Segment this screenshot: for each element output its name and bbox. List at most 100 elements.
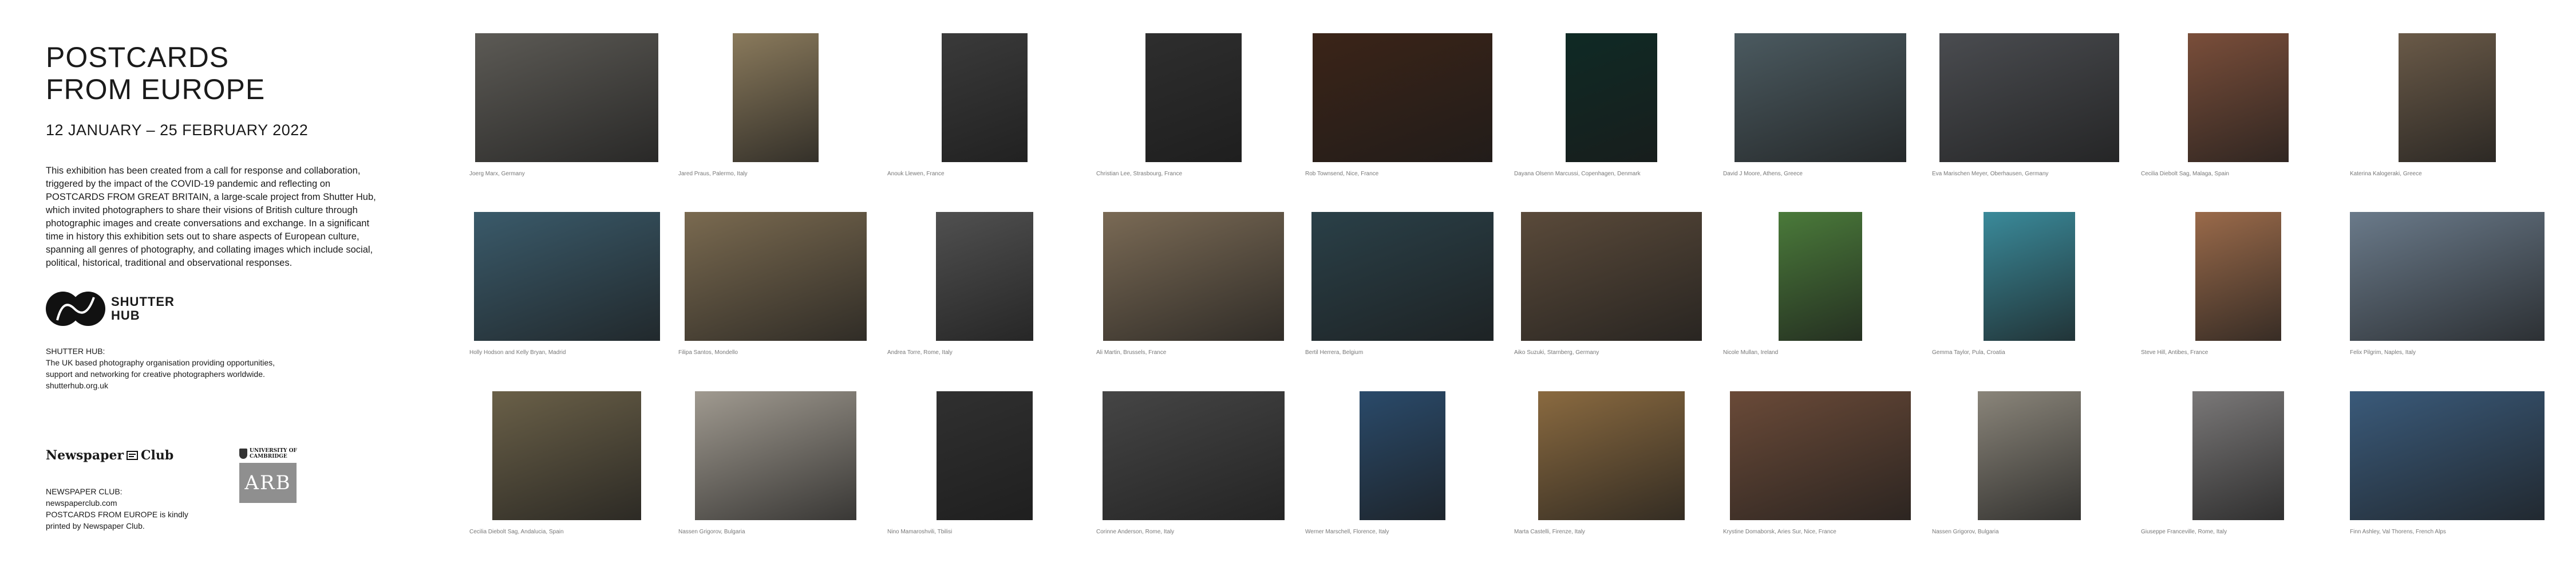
photo-caption: David J Moore, Athens, Greece <box>1723 171 1803 177</box>
photo-card: Finn Ashley, Val Thorens, French Alps <box>2350 391 2545 535</box>
photo-caption: Giuseppe Franceville, Rome, Italy <box>2141 529 2227 535</box>
photo-card: Steve Hill, Antibes, France <box>2141 212 2336 356</box>
photo-caption: Werner Marschell, Florence, Italy <box>1305 529 1389 535</box>
photo-caption: Krystine Domaborsk, Aries Sur, Nice, Fra… <box>1723 529 1836 535</box>
photo-image <box>1779 212 1862 341</box>
sponsor-logos: Newspaper Club UNIVERSITY OF CAMBRIDGE A… <box>46 448 343 503</box>
photo-caption: Katerina Kalogeraki, Greece <box>2350 171 2422 177</box>
shutter-hub-logo: SHUTTER HUB <box>46 292 389 326</box>
photo-image <box>475 33 658 162</box>
exhibition-dates: 12 JANUARY – 25 FEBRUARY 2022 <box>46 121 309 139</box>
photo-caption: Anouk Llewen, France <box>887 171 945 177</box>
photo-card: Cecilia Diebolt Sag, Malaga, Spain <box>2141 33 2336 177</box>
photo-card: Katerina Kalogeraki, Greece <box>2350 33 2545 177</box>
photo-caption: Corinne Anderson, Rome, Italy <box>1096 529 1175 535</box>
photo-caption: Cecilia Diebolt Sag, Malaga, Spain <box>2141 171 2229 177</box>
photo-card: Aiko Suzuki, Starnberg, Germany <box>1514 212 1709 356</box>
photo-card: Filipa Santos, Mondello <box>678 212 873 356</box>
crest-icon <box>239 449 247 459</box>
shutter-hub-heading: SHUTTER HUB: <box>46 347 105 356</box>
photo-card: Nicole Mullan, Ireland <box>1723 212 1918 356</box>
photo-card: Giuseppe Franceville, Rome, Italy <box>2141 391 2336 535</box>
np-heading: NEWSPAPER CLUB: <box>46 487 123 496</box>
photo-image <box>1984 212 2075 341</box>
title-line-1: POSTCARDS <box>46 41 230 73</box>
logo-curve-icon <box>56 297 95 321</box>
shutter-hub-logo-mark <box>46 292 105 326</box>
photo-caption: Felix Pilgrim, Naples, Italy <box>2350 349 2416 356</box>
wordmark-line-2: HUB <box>111 308 140 323</box>
photo-image <box>937 391 1033 520</box>
wordmark-line-1: SHUTTER <box>111 294 175 309</box>
photo-card: Joerg Marx, Germany <box>469 33 664 177</box>
photo-caption: Nino Mamaroshvili, Tbilisi <box>887 529 953 535</box>
photo-image <box>695 391 856 520</box>
photo-card: David J Moore, Athens, Greece <box>1723 33 1918 177</box>
photo-image <box>2188 33 2289 162</box>
photo-image <box>1360 391 1445 520</box>
photo-card: Ali Martin, Brussels, France <box>1096 212 1291 356</box>
photo-caption: Steve Hill, Antibes, France <box>2141 349 2208 356</box>
photo-image <box>1538 391 1685 520</box>
shutter-hub-line-1: The UK based photography organisation pr… <box>46 358 275 367</box>
photo-caption: Christian Lee, Strasbourg, France <box>1096 171 1183 177</box>
photo-image <box>685 212 867 341</box>
photo-caption: Bertil Herrera, Belgium <box>1305 349 1364 356</box>
photo-caption: Jared Praus, Palermo, Italy <box>678 171 748 177</box>
np-line-1: POSTCARDS FROM EUROPE is kindly <box>46 510 188 519</box>
photo-image <box>1939 33 2119 162</box>
photo-card: Gemma Taylor, Pula, Croatia <box>1932 212 2127 356</box>
photo-image <box>2195 212 2281 341</box>
exhibition-description: This exhibition has been created from a … <box>46 166 376 268</box>
photo-image <box>492 391 641 520</box>
photo-card: Nassen Grigorov, Bulgaria <box>1932 391 2127 535</box>
photo-caption: Nassen Grigorov, Bulgaria <box>1932 529 1999 535</box>
photo-card: Anouk Llewen, France <box>887 33 1082 177</box>
photo-image <box>1313 33 1492 162</box>
photo-image <box>1145 33 1242 162</box>
photo-image <box>473 212 660 341</box>
photo-caption: Andrea Torre, Rome, Italy <box>887 349 953 356</box>
photo-card: Andrea Torre, Rome, Italy <box>887 212 1082 356</box>
shutter-hub-url[interactable]: shutterhub.org.uk <box>46 380 389 391</box>
photo-card: Marta Castelli, Firenze, Italy <box>1514 391 1709 535</box>
photo-image <box>1103 391 1285 520</box>
np-url[interactable]: newspaperclub.com <box>46 497 366 509</box>
photo-image <box>1730 391 1911 520</box>
shutter-hub-wordmark: SHUTTER HUB <box>111 295 175 323</box>
photo-image <box>1566 33 1657 162</box>
photo-caption: Filipa Santos, Mondello <box>678 349 738 356</box>
photo-card: Krystine Domaborsk, Aries Sur, Nice, Fra… <box>1723 391 1918 535</box>
info-panel: POSTCARDS FROM EUROPE 12 JANUARY – 25 FE… <box>46 41 389 391</box>
shutter-hub-line-2: support and networking for creative phot… <box>46 369 265 379</box>
np-line-2: printed by Newspaper Club. <box>46 521 145 530</box>
photo-image <box>733 33 819 162</box>
photo-card: Nassen Grigorov, Bulgaria <box>678 391 873 535</box>
photo-card: Eva Marischen Meyer, Oberhausen, Germany <box>1932 33 2127 177</box>
exhibition-title: POSTCARDS FROM EUROPE <box>46 41 389 105</box>
photo-image <box>2350 212 2545 341</box>
photo-card: Christian Lee, Strasbourg, France <box>1096 33 1291 177</box>
photo-image <box>2192 391 2284 520</box>
photo-image <box>942 33 1028 162</box>
photo-card: Dayana Olsenn Marcussi, Copenhagen, Denm… <box>1514 33 1709 177</box>
photo-caption: Eva Marischen Meyer, Oberhausen, Germany <box>1932 171 2049 177</box>
photo-caption: Joerg Marx, Germany <box>469 171 525 177</box>
photo-card: Holly Hodson and Kelly Bryan, Madrid <box>469 212 664 356</box>
cambridge-line-1: UNIVERSITY OF <box>250 448 297 454</box>
photo-caption: Nassen Grigorov, Bulgaria <box>678 529 745 535</box>
photo-card: Rob Townsend, Nice, France <box>1305 33 1500 177</box>
photo-card: Corinne Anderson, Rome, Italy <box>1096 391 1291 535</box>
photo-image <box>1103 212 1284 341</box>
photo-caption: Ali Martin, Brussels, France <box>1096 349 1167 356</box>
photo-card: Werner Marschell, Florence, Italy <box>1305 391 1500 535</box>
cambridge-line-2: CAMBRIDGE <box>250 454 287 459</box>
shutter-hub-info: SHUTTER HUB: The UK based photography or… <box>46 345 389 391</box>
photo-image <box>1311 212 1494 341</box>
photo-caption: Aiko Suzuki, Starnberg, Germany <box>1514 349 1599 356</box>
photo-card: Cecilia Diebolt Sag, Andalucia, Spain <box>469 391 664 535</box>
photo-card: Bertil Herrera, Belgium <box>1305 212 1500 356</box>
photo-caption: Rob Townsend, Nice, France <box>1305 171 1379 177</box>
photo-caption: Finn Ashley, Val Thorens, French Alps <box>2350 529 2446 535</box>
np-logo-right: Club <box>141 448 174 463</box>
